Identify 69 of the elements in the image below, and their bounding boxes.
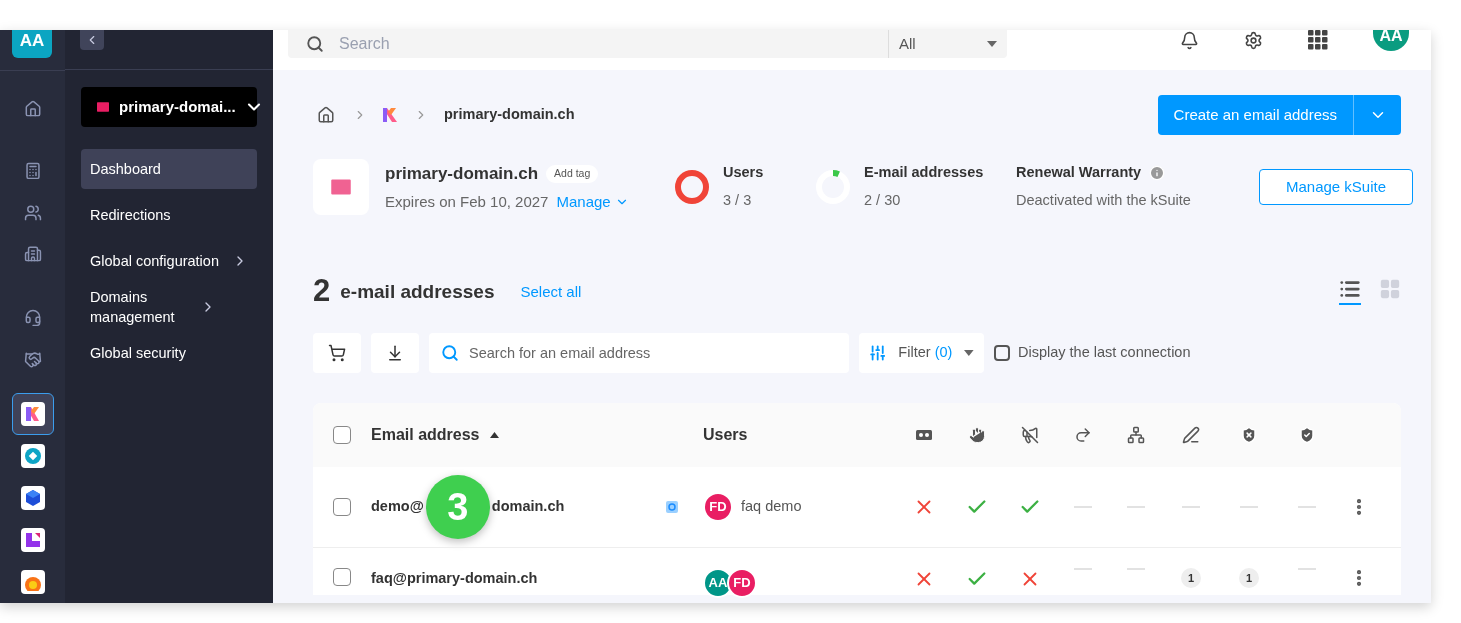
search-icon <box>306 35 324 53</box>
checkbox[interactable] <box>333 568 351 586</box>
app-icon[interactable] <box>11 392 54 435</box>
user-name: faq demo <box>741 497 802 517</box>
pen-icon <box>1182 426 1200 444</box>
grid-icon <box>1379 277 1401 300</box>
step-badge: 3 <box>425 475 490 539</box>
email-address[interactable]: domain.ch <box>491 496 565 518</box>
download-icon <box>386 344 404 362</box>
renewal-status: Deactivated with the kSuite <box>1016 191 1191 210</box>
search-icon <box>441 344 459 362</box>
filter-button[interactable]: Filter (0) <box>859 333 984 373</box>
redo-arrow-icon <box>1073 426 1092 444</box>
notification-icon[interactable] <box>1180 30 1199 50</box>
cart-icon <box>328 344 346 362</box>
stat-label: Users <box>723 163 764 183</box>
sidebar-item[interactable]: Domains management <box>81 287 257 327</box>
stat-label: E-mail addresses <box>864 163 984 183</box>
sidebar-item[interactable]: Redirections <box>81 195 257 235</box>
breadcrumb-item: primary-domain.ch <box>444 105 575 125</box>
apps-grid-icon[interactable] <box>1308 30 1328 50</box>
sidebar-item[interactable]: Dashboard <box>81 149 257 189</box>
search-field[interactable]: Search <box>288 30 888 58</box>
cart-button[interactable] <box>313 333 361 373</box>
count-badge: 1 <box>1239 568 1259 588</box>
expiry-text: Expires on Feb 10, 2027 <box>385 191 549 212</box>
headset-icon[interactable] <box>23 309 42 328</box>
column-header[interactable]: Users <box>703 423 748 447</box>
count-badge: 1 <box>1181 568 1201 588</box>
info-icon[interactable] <box>1149 165 1166 182</box>
address-count: 2 <box>313 271 331 310</box>
building-icon[interactable] <box>23 245 42 264</box>
scope-select[interactable]: All <box>888 30 1007 58</box>
sidebar-item[interactable]: Global configuration <box>81 241 257 281</box>
sort-caret-icon <box>489 432 499 438</box>
hand-icon <box>967 426 986 444</box>
product-logo-icon[interactable] <box>382 107 398 123</box>
caret-icon <box>987 41 997 47</box>
checkbox[interactable] <box>333 426 351 444</box>
renewal-title: Renewal Warranty <box>1016 163 1142 183</box>
shield-check-icon <box>1298 426 1316 444</box>
stat-value: 2 / 30 <box>864 191 902 210</box>
checkbox[interactable] <box>994 345 1010 361</box>
add-tag-button[interactable]: Add tag <box>546 164 599 183</box>
collapse-button[interactable] <box>80 30 104 50</box>
home-icon[interactable] <box>317 106 335 124</box>
shield-cross-icon <box>1240 426 1258 444</box>
caret-icon <box>964 350 974 356</box>
sidebar-item[interactable]: Global security <box>81 333 257 373</box>
home-icon[interactable] <box>23 99 42 118</box>
stat-value: 3 / 3 <box>723 191 753 210</box>
settings-icon[interactable] <box>1244 30 1263 50</box>
user-avatar: FD <box>703 492 733 522</box>
users-icon[interactable] <box>23 203 42 222</box>
checkbox[interactable] <box>333 498 351 516</box>
domain-name: primary-domain.ch <box>385 163 539 185</box>
address-search-field[interactable]: Search for an email address <box>429 333 849 373</box>
email-address[interactable]: demo@ <box>371 496 424 518</box>
section-title: e-mail addresses <box>340 280 495 305</box>
email-address[interactable]: faq@primary-domain.ch <box>371 568 538 590</box>
sliders-icon <box>869 344 887 362</box>
megaphone-off-icon <box>1020 426 1039 444</box>
user-avatar: FD <box>727 568 757 598</box>
column-header[interactable]: Email address <box>371 423 499 447</box>
import-button[interactable] <box>371 333 419 373</box>
network-icon <box>1126 426 1145 444</box>
checkbox-label: Display the last connection <box>1018 343 1191 363</box>
handshake-icon[interactable] <box>23 351 42 369</box>
calculator-icon[interactable] <box>23 161 42 180</box>
